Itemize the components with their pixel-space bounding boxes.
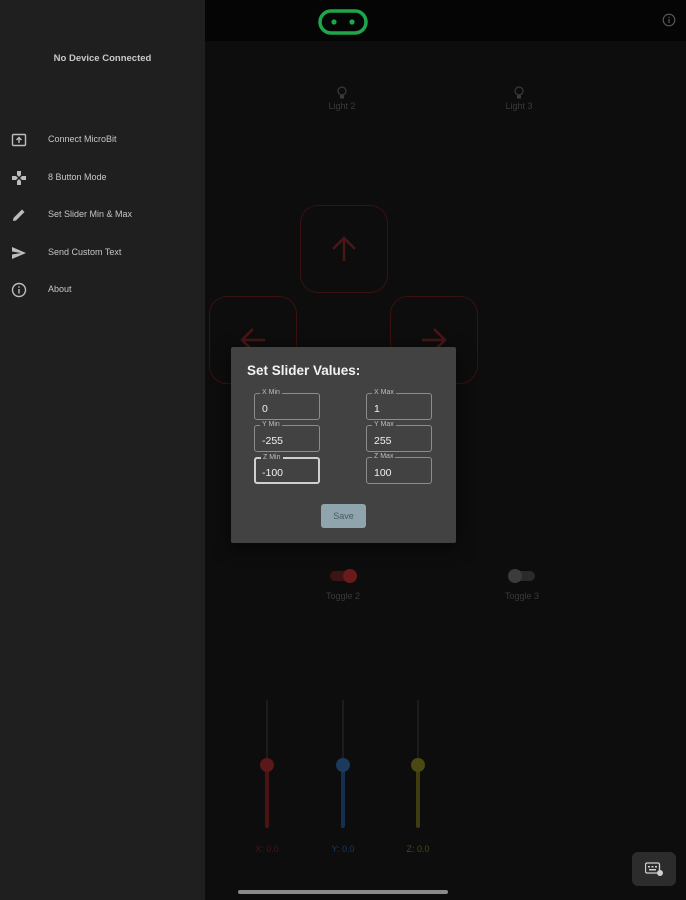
slider-thumb[interactable] bbox=[260, 758, 274, 772]
slider-value: X: 0.0 bbox=[255, 844, 279, 854]
keyboard-button[interactable] bbox=[632, 852, 676, 886]
z-max-input[interactable] bbox=[374, 466, 426, 479]
x-max-field[interactable]: X Max bbox=[366, 388, 432, 420]
save-button[interactable]: Save bbox=[321, 504, 366, 528]
toggle-knob bbox=[508, 569, 522, 583]
drawer-menu: Connect MicroBit 8 Button Mode Set Slide… bbox=[0, 122, 205, 310]
y-max-field[interactable]: Y Max bbox=[366, 420, 432, 452]
slider-value: Z: 0.0 bbox=[406, 844, 430, 854]
slider-fill bbox=[265, 765, 269, 828]
slider-fill bbox=[341, 765, 345, 828]
dialog-title: Set Slider Values: bbox=[247, 363, 361, 378]
bulb-icon bbox=[337, 86, 347, 99]
slider-x[interactable]: X: 0.0 bbox=[247, 700, 287, 860]
field-label: Z Min bbox=[261, 453, 283, 462]
toggle-2[interactable]: Toggle 2 bbox=[303, 569, 383, 601]
menu-item-label: Send Custom Text bbox=[48, 246, 122, 257]
toggle-track bbox=[330, 569, 357, 583]
toggle-label: Toggle 2 bbox=[325, 591, 361, 601]
dpad-up-button[interactable] bbox=[300, 205, 388, 293]
app-screen: No Device Connected Connect MicroBit 8 B… bbox=[0, 0, 686, 900]
menu-item-label: 8 Button Mode bbox=[48, 171, 107, 182]
pencil-icon bbox=[11, 207, 27, 223]
z-min-field[interactable]: Z Min bbox=[254, 453, 320, 484]
menu-item-set-slider-min-max[interactable]: Set Slider Min & Max bbox=[0, 197, 205, 235]
slider-value: Y: 0.0 bbox=[331, 844, 355, 854]
menu-item-label: Set Slider Min & Max bbox=[48, 209, 133, 219]
y-min-field[interactable]: Y Min bbox=[254, 420, 320, 452]
home-indicator bbox=[238, 890, 448, 894]
field-label: Y Min bbox=[260, 420, 282, 429]
slider-fill bbox=[416, 765, 420, 828]
field-label: X Min bbox=[260, 388, 282, 397]
menu-item-label: About bbox=[48, 284, 72, 294]
light-label: Light 2 bbox=[328, 101, 356, 111]
dpad-icon bbox=[11, 170, 27, 186]
slider-thumb[interactable] bbox=[411, 758, 425, 772]
top-bar bbox=[205, 0, 686, 41]
info-icon[interactable] bbox=[662, 13, 676, 27]
navigation-drawer: No Device Connected Connect MicroBit 8 B… bbox=[0, 0, 205, 900]
menu-item-label: Connect MicroBit bbox=[48, 134, 117, 144]
arrow-up-icon bbox=[332, 236, 356, 261]
z-max-field[interactable]: Z Max bbox=[366, 452, 432, 484]
connect-microbit-icon bbox=[11, 132, 27, 148]
toggle-track bbox=[508, 569, 535, 583]
menu-item-connect-microbit[interactable]: Connect MicroBit bbox=[0, 122, 205, 160]
field-label: Y Max bbox=[372, 420, 396, 429]
field-label: Z Max bbox=[372, 452, 396, 461]
slider-z[interactable]: Z: 0.0 bbox=[398, 700, 438, 860]
x-min-input[interactable] bbox=[262, 402, 314, 415]
y-min-input[interactable] bbox=[262, 434, 314, 447]
toggle-3[interactable]: Toggle 3 bbox=[482, 569, 562, 601]
bulb-icon bbox=[514, 86, 524, 99]
toggle-label: Toggle 3 bbox=[504, 591, 540, 601]
light-3[interactable]: Light 3 bbox=[479, 86, 559, 111]
set-slider-values-dialog: Set Slider Values: X Min X Max Y Min Y M… bbox=[231, 347, 456, 543]
slider-y[interactable]: Y: 0.0 bbox=[323, 700, 363, 860]
light-2[interactable]: Light 2 bbox=[302, 86, 382, 111]
field-label: X Max bbox=[372, 388, 396, 397]
device-status: No Device Connected bbox=[53, 53, 152, 64]
x-max-input[interactable] bbox=[374, 402, 426, 415]
menu-item-8-button-mode[interactable]: 8 Button Mode bbox=[0, 160, 205, 198]
info-icon bbox=[11, 282, 27, 298]
z-min-input[interactable] bbox=[262, 466, 314, 479]
menu-item-about[interactable]: About bbox=[0, 272, 205, 310]
keyboard-icon bbox=[645, 862, 663, 876]
microbit-logo-icon bbox=[318, 9, 368, 35]
x-min-field[interactable]: X Min bbox=[254, 388, 320, 420]
toggle-knob bbox=[343, 569, 357, 583]
slider-thumb[interactable] bbox=[336, 758, 350, 772]
light-label: Light 3 bbox=[505, 101, 533, 111]
send-icon bbox=[11, 245, 27, 261]
menu-item-send-custom-text[interactable]: Send Custom Text bbox=[0, 235, 205, 273]
y-max-input[interactable] bbox=[374, 434, 426, 447]
